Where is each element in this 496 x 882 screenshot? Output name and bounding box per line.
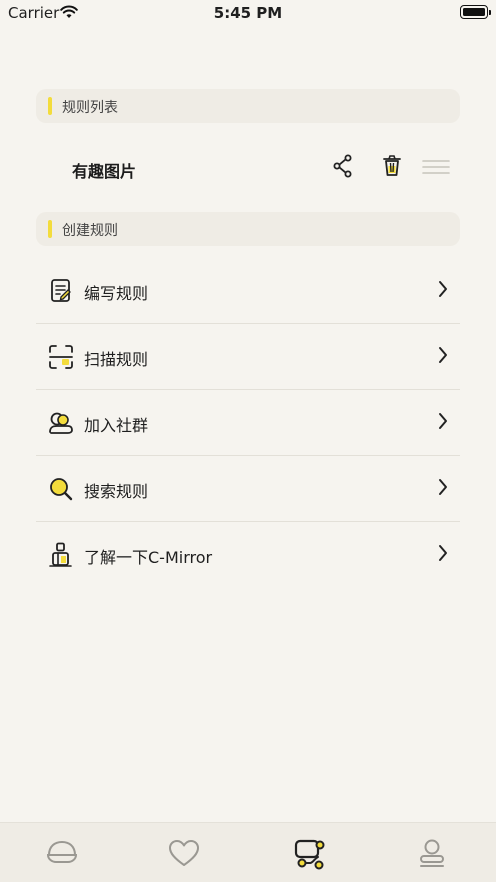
community-icon (48, 410, 74, 436)
menu-item-about[interactable]: 了解一下C-Mirror (36, 522, 460, 588)
menu-item-search-rule[interactable]: 搜索规则 (36, 456, 460, 522)
create-rules-title: 创建规则 (62, 223, 118, 239)
menu-item-label: 搜索规则 (84, 482, 149, 501)
rule-row[interactable]: 有趣图片 (36, 140, 460, 196)
menu-item-scan-rule[interactable]: 扫描规则 (36, 324, 460, 390)
edit-doc-icon (48, 278, 74, 304)
chevron-right-icon (438, 280, 448, 302)
create-rules-menu: 编写规则 扫描规则 加入社群 搜索规则 了解一下C-Mirror (36, 258, 460, 588)
profile-icon (420, 839, 444, 867)
tab-bar (0, 822, 496, 882)
tab-rules[interactable] (292, 837, 332, 871)
create-rules-header: 创建规则 (36, 212, 460, 246)
rule-name: 有趣图片 (72, 162, 137, 181)
menu-item-write-rule[interactable]: 编写规则 (36, 258, 460, 324)
accent-bar (48, 97, 52, 115)
battery-icon (460, 5, 491, 19)
scan-icon (48, 344, 74, 370)
chevron-right-icon (438, 544, 448, 566)
menu-item-join-community[interactable]: 加入社群 (36, 390, 460, 456)
search-icon (48, 476, 74, 502)
rules-icon (294, 839, 325, 870)
tab-favorites[interactable] (166, 837, 206, 871)
chevron-right-icon (438, 478, 448, 500)
drag-handle-icon[interactable] (422, 158, 450, 180)
menu-item-label: 加入社群 (84, 416, 149, 435)
status-bar: Carrier 5:45 PM (0, 0, 496, 28)
clock: 5:45 PM (213, 4, 283, 22)
rule-list-header: 规则列表 (36, 89, 460, 123)
accent-bar (48, 220, 52, 238)
home-icon (46, 840, 78, 863)
menu-item-label: 了解一下C-Mirror (84, 548, 213, 567)
menu-item-label: 编写规则 (84, 284, 149, 303)
heart-icon (169, 840, 199, 866)
trash-icon[interactable] (382, 154, 402, 182)
chevron-right-icon (438, 412, 448, 434)
tab-profile[interactable] (414, 837, 454, 871)
share-icon[interactable] (332, 154, 354, 182)
menu-item-label: 扫描规则 (84, 350, 149, 369)
tab-home[interactable] (44, 837, 84, 871)
info-person-icon (48, 542, 74, 568)
rule-list-title: 规则列表 (62, 100, 118, 116)
chevron-right-icon (438, 346, 448, 368)
